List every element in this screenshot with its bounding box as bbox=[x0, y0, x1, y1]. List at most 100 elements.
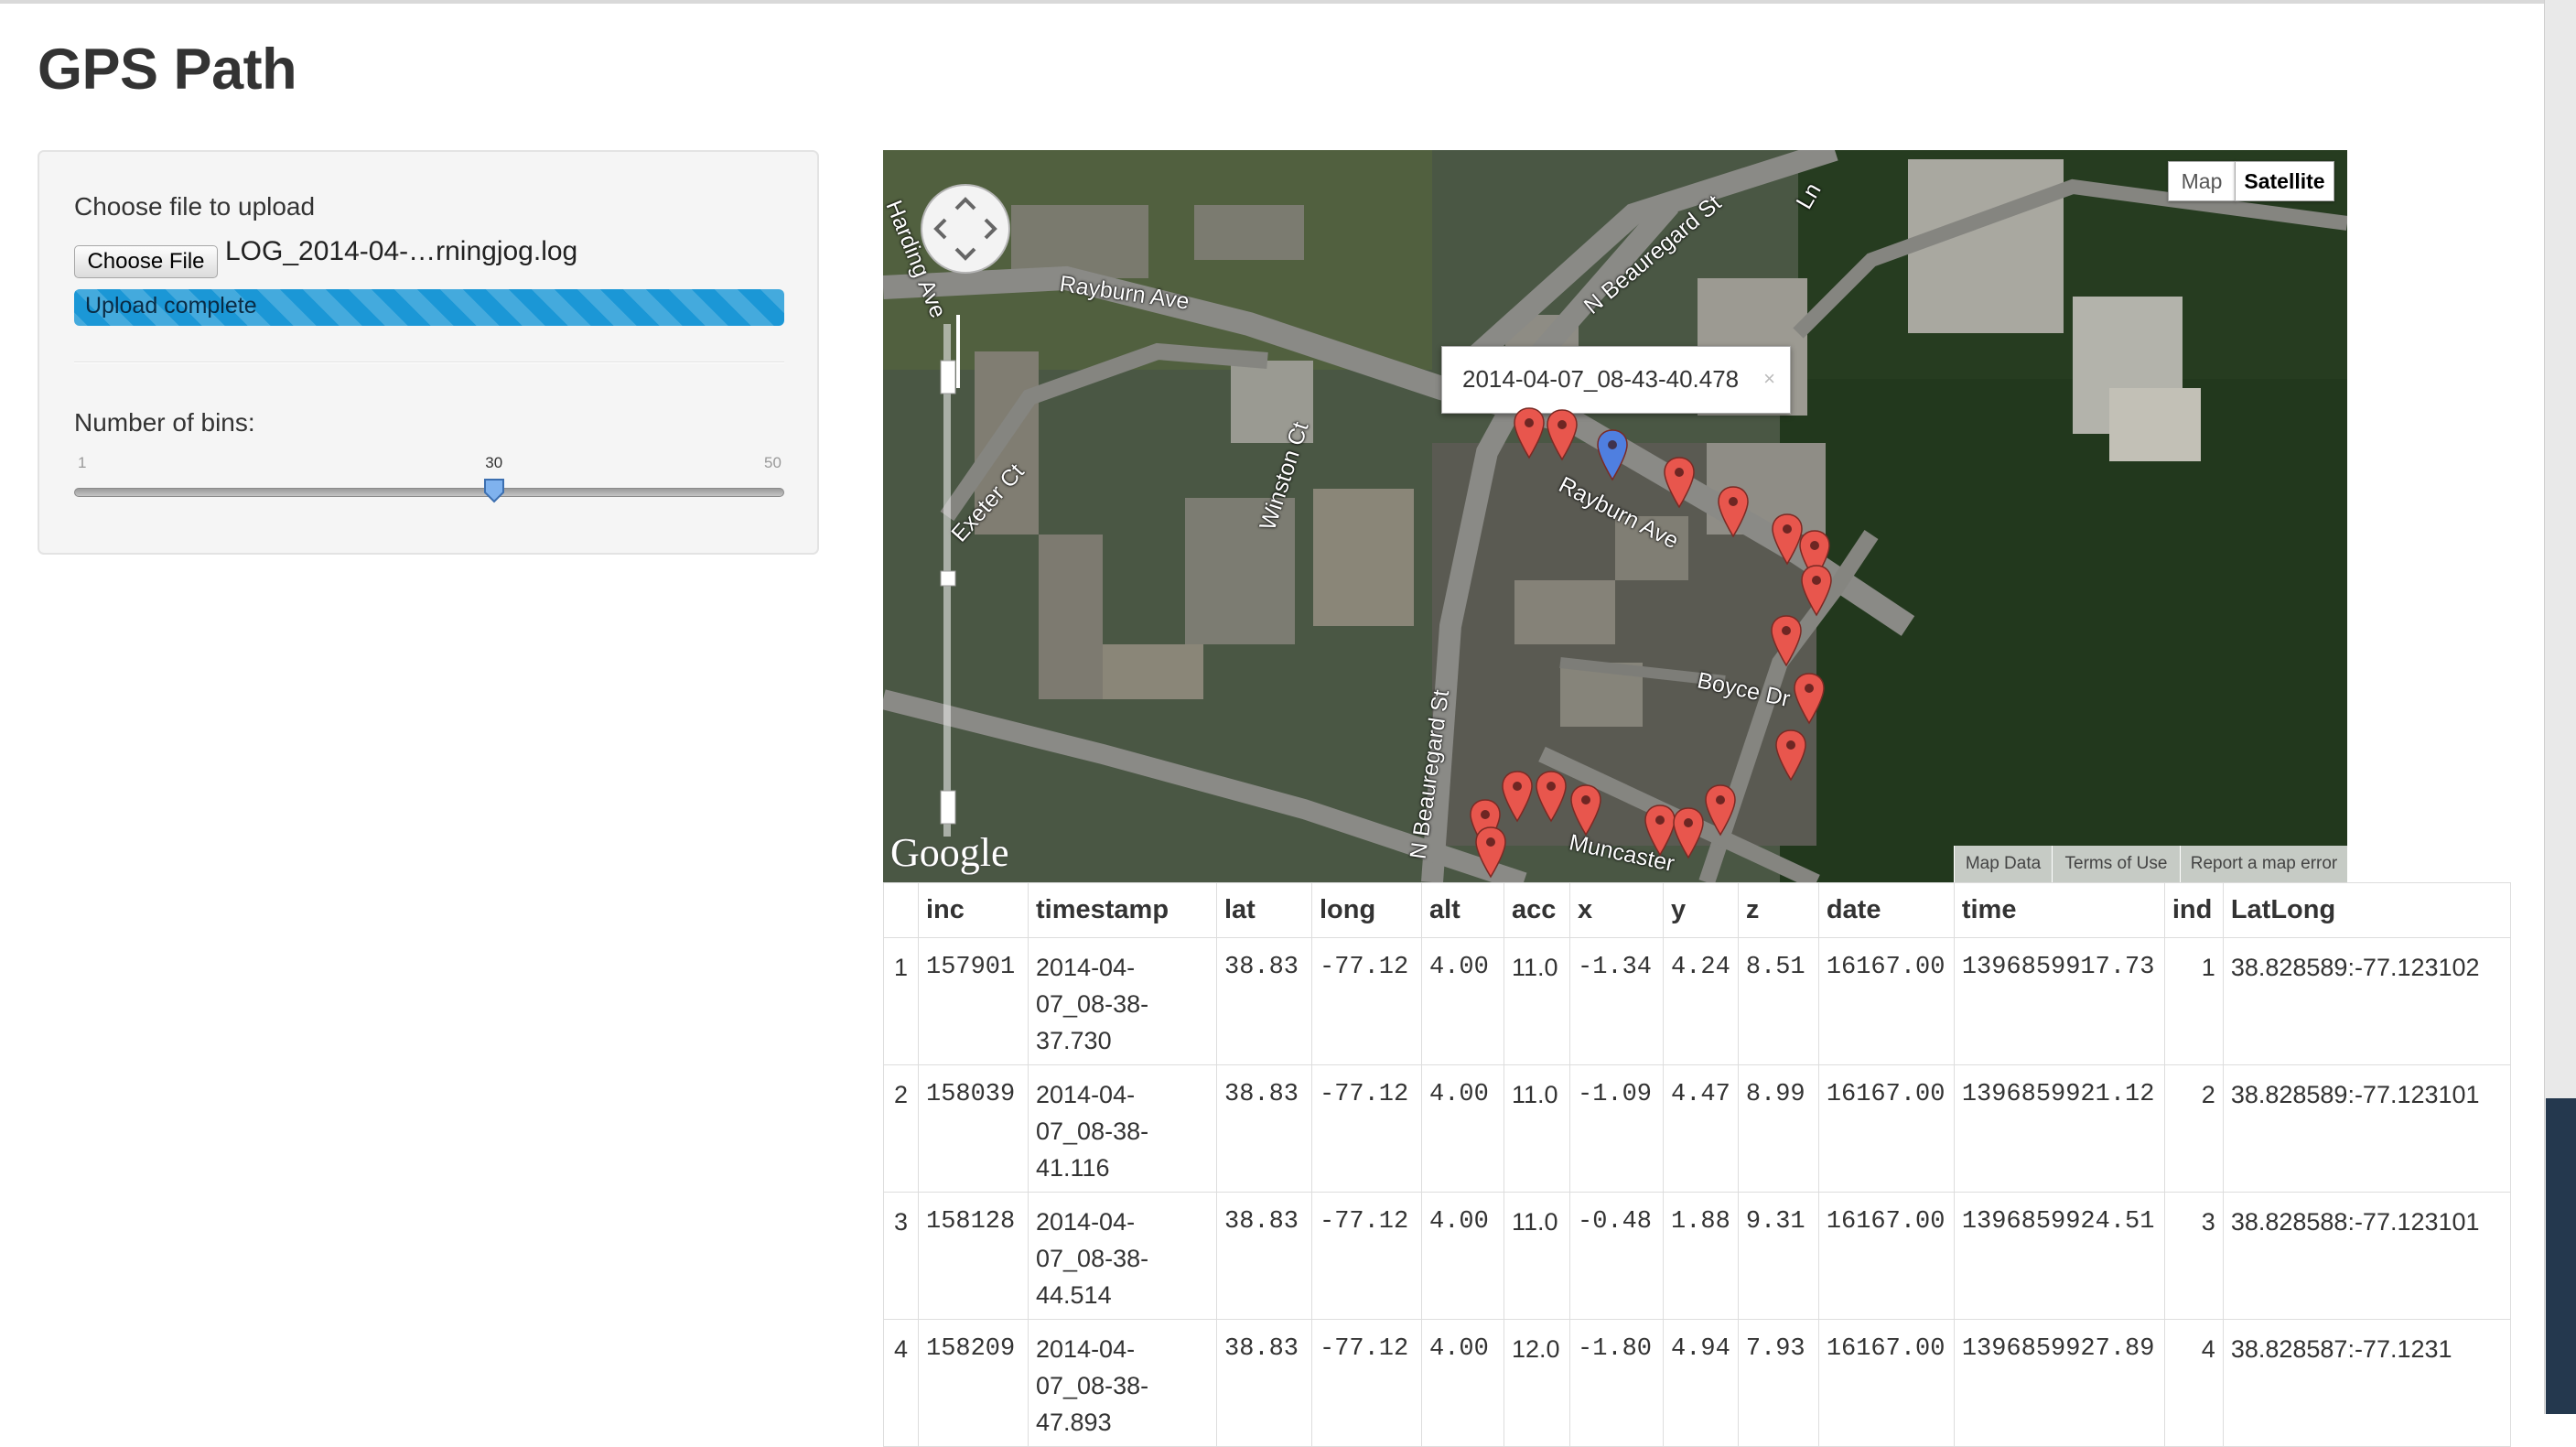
cell-ind: 4 bbox=[2163, 1319, 2224, 1447]
column-header: z bbox=[1737, 882, 1819, 938]
column-header: lat bbox=[1216, 882, 1312, 938]
background-window-edge bbox=[2546, 1098, 2576, 1414]
file-upload-label: Choose file to upload bbox=[74, 192, 316, 221]
cell-inc: 158209 bbox=[918, 1319, 1029, 1447]
row-number: 4 bbox=[883, 1319, 919, 1447]
info-window-timestamp: 2014-04-07_08-43-40.478 bbox=[1462, 365, 1740, 393]
map-marker-icon[interactable] bbox=[1595, 428, 1630, 481]
bins-slider-track[interactable] bbox=[74, 488, 784, 497]
cell-z: 9.31 bbox=[1737, 1192, 1819, 1320]
column-header: inc bbox=[918, 882, 1029, 938]
marker-info-window: 2014-04-07_08-43-40.478 × bbox=[1441, 346, 1791, 414]
cell-inc: 157901 bbox=[918, 937, 1029, 1065]
column-header: acc bbox=[1504, 882, 1570, 938]
cell-time: 1396859921.12 bbox=[1953, 1064, 2165, 1193]
row-number: 2 bbox=[883, 1064, 919, 1193]
map-marker-icon[interactable] bbox=[1500, 770, 1535, 823]
map-marker-icon[interactable] bbox=[1792, 672, 1827, 725]
upload-progress-bar: Upload complete bbox=[74, 289, 784, 326]
table-row: 3 158128 2014-04-07_08-38-44.514 38.83 -… bbox=[883, 1192, 2511, 1320]
cell-acc: 12.0 bbox=[1504, 1319, 1570, 1447]
map-marker-icon[interactable] bbox=[1671, 806, 1706, 859]
cell-y: 1.88 bbox=[1663, 1192, 1739, 1320]
slider-min-label: 1 bbox=[78, 454, 87, 471]
cell-y: 4.24 bbox=[1663, 937, 1739, 1065]
cell-alt: 4.00 bbox=[1421, 1192, 1504, 1320]
cell-date: 16167.00 bbox=[1817, 1192, 1955, 1320]
cell-latlong: 38.828589:-77.123102 bbox=[2222, 937, 2511, 1065]
close-icon[interactable]: × bbox=[1763, 367, 1775, 391]
map-marker-icon[interactable] bbox=[1799, 564, 1834, 617]
cell-alt: 4.00 bbox=[1421, 1319, 1504, 1447]
map-marker-icon[interactable] bbox=[1534, 770, 1568, 823]
cell-time: 1396859917.73 bbox=[1953, 937, 2165, 1065]
cell-z: 8.99 bbox=[1737, 1064, 1819, 1193]
map-marker-icon[interactable] bbox=[1769, 614, 1804, 667]
column-header: date bbox=[1817, 882, 1955, 938]
cell-long: -77.12 bbox=[1311, 1064, 1422, 1193]
google-logo: Google bbox=[890, 830, 1009, 875]
cell-ind: 2 bbox=[2163, 1064, 2224, 1193]
cell-ind: 1 bbox=[2163, 937, 2224, 1065]
cell-acc: 11.0 bbox=[1504, 1192, 1570, 1320]
map-zoom-control[interactable] bbox=[938, 306, 965, 882]
page-title: GPS Path bbox=[38, 38, 297, 102]
cell-time: 1396859927.89 bbox=[1953, 1319, 2165, 1447]
column-header: time bbox=[1953, 882, 2165, 938]
cell-alt: 4.00 bbox=[1421, 1064, 1504, 1193]
column-header: alt bbox=[1421, 882, 1504, 938]
cell-timestamp: 2014-04-07_08-38-47.893 bbox=[1028, 1319, 1217, 1447]
cell-lat: 38.83 bbox=[1216, 1064, 1312, 1193]
column-header bbox=[883, 882, 919, 938]
map-marker-icon[interactable] bbox=[1545, 408, 1579, 461]
column-header: long bbox=[1311, 882, 1422, 938]
map-marker-icon[interactable] bbox=[1773, 729, 1808, 782]
terms-of-use-link[interactable]: Terms of Use bbox=[2052, 846, 2180, 882]
selected-file-name: LOG_2014-04-…rningjog.log bbox=[225, 236, 578, 266]
map-pan-control[interactable] bbox=[920, 183, 1011, 275]
sidebar-panel: Choose file to upload Choose File LOG_20… bbox=[38, 150, 819, 555]
cell-date: 16167.00 bbox=[1817, 1064, 1955, 1193]
map-type-map-button[interactable]: Map bbox=[2168, 161, 2236, 201]
map-data-link[interactable]: Map Data bbox=[1954, 846, 2052, 882]
upload-progress-text: Upload complete bbox=[85, 293, 257, 319]
cell-latlong: 38.828587:-77.1231 bbox=[2222, 1319, 2511, 1447]
map-marker-icon[interactable] bbox=[1568, 783, 1603, 837]
cell-lat: 38.83 bbox=[1216, 1319, 1312, 1447]
cell-long: -77.12 bbox=[1311, 1192, 1422, 1320]
cell-timestamp: 2014-04-07_08-38-44.514 bbox=[1028, 1192, 1217, 1320]
map-marker-icon[interactable] bbox=[1512, 406, 1547, 459]
cell-latlong: 38.828588:-77.123101 bbox=[2222, 1192, 2511, 1320]
cell-date: 16167.00 bbox=[1817, 937, 1955, 1065]
cell-z: 7.93 bbox=[1737, 1319, 1819, 1447]
cell-x: -1.09 bbox=[1569, 1064, 1664, 1193]
cell-x: -1.34 bbox=[1569, 937, 1664, 1065]
map-marker-icon[interactable] bbox=[1716, 485, 1751, 538]
map-view[interactable]: Rayburn Ave Rayburn Ave Harding Ave Exet… bbox=[883, 150, 2347, 882]
column-header: y bbox=[1663, 882, 1739, 938]
cell-z: 8.51 bbox=[1737, 937, 1819, 1065]
map-marker-icon[interactable] bbox=[1703, 783, 1738, 837]
map-marker-icon[interactable] bbox=[1473, 826, 1508, 879]
cell-inc: 158039 bbox=[918, 1064, 1029, 1193]
cell-lat: 38.83 bbox=[1216, 937, 1312, 1065]
slider-value-label: 30 bbox=[485, 454, 503, 471]
row-number: 3 bbox=[883, 1192, 919, 1320]
column-header: timestamp bbox=[1028, 882, 1217, 938]
bins-slider-handle[interactable] bbox=[483, 478, 505, 503]
cell-x: -0.48 bbox=[1569, 1192, 1664, 1320]
map-marker-icon[interactable] bbox=[1662, 456, 1697, 509]
column-header: x bbox=[1569, 882, 1664, 938]
cell-long: -77.12 bbox=[1311, 937, 1422, 1065]
cell-y: 4.47 bbox=[1663, 1064, 1739, 1193]
map-type-satellite-button[interactable]: Satellite bbox=[2235, 161, 2334, 201]
choose-file-button[interactable]: Choose File bbox=[74, 245, 218, 278]
table-row: 4 158209 2014-04-07_08-38-47.893 38.83 -… bbox=[883, 1319, 2511, 1447]
cell-inc: 158128 bbox=[918, 1192, 1029, 1320]
cell-long: -77.12 bbox=[1311, 1319, 1422, 1447]
bins-label: Number of bins: bbox=[74, 408, 255, 437]
report-map-error-link[interactable]: Report a map error bbox=[2180, 846, 2347, 882]
gps-data-table: inc timestamp lat long alt acc x y z dat… bbox=[883, 882, 2511, 1447]
row-number: 1 bbox=[883, 937, 919, 1065]
cell-latlong: 38.828589:-77.123101 bbox=[2222, 1064, 2511, 1193]
